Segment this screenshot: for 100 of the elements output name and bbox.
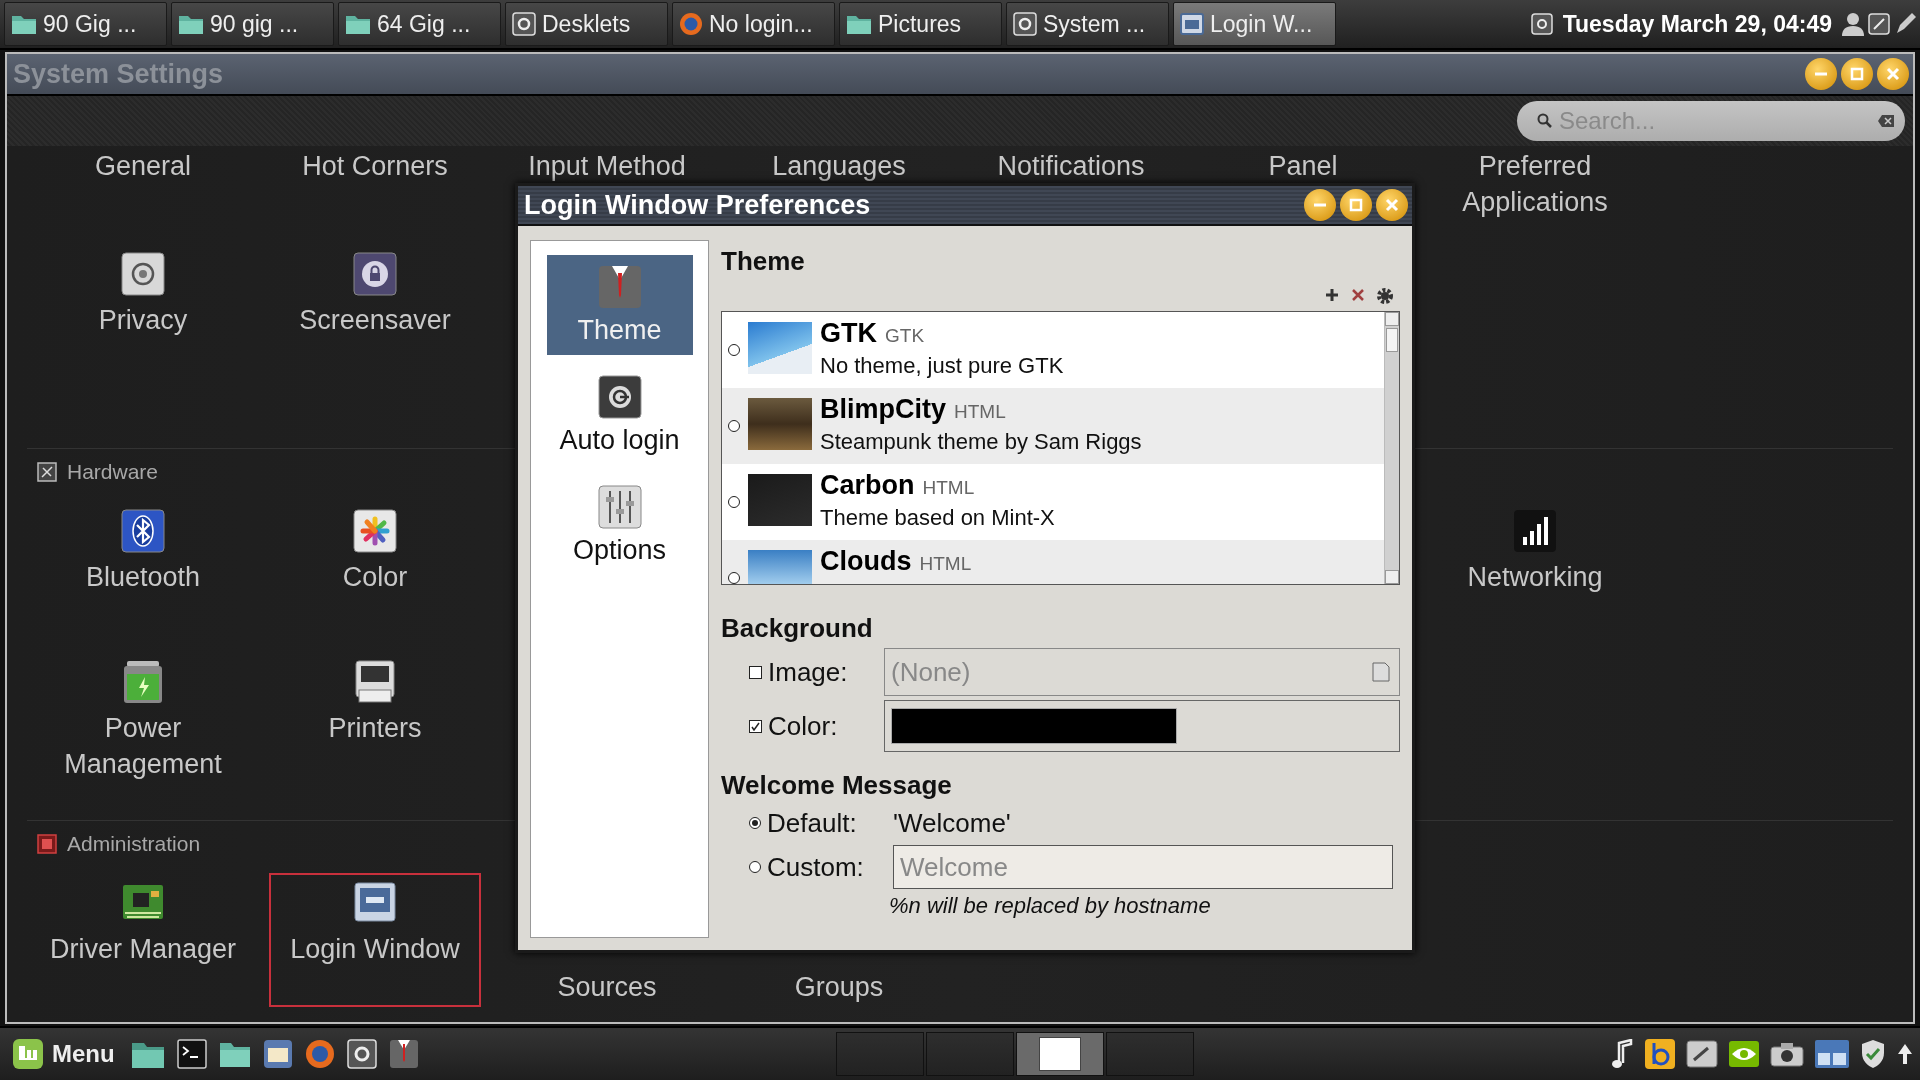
eye-icon (1728, 1040, 1760, 1068)
settings-button[interactable] (1376, 287, 1394, 305)
menu-button[interactable]: Menu (6, 1038, 121, 1070)
section-heading: Background (721, 613, 874, 644)
radio-button[interactable] (728, 344, 740, 356)
category-label[interactable]: General (43, 148, 243, 184)
letter-b-icon (1644, 1038, 1676, 1070)
field-label: Image: (768, 656, 849, 688)
up-arrow-icon (1896, 1042, 1914, 1066)
launcher-button[interactable] (174, 1039, 209, 1069)
category-label[interactable]: Languages (739, 148, 939, 184)
category-label[interactable]: Input Method (507, 148, 707, 184)
taskbar-window-button[interactable]: Login W... (1173, 2, 1336, 46)
radio-button[interactable] (728, 496, 740, 508)
radio-button[interactable] (749, 861, 761, 873)
pen-icon[interactable] (1894, 12, 1916, 36)
applet-icon[interactable] (1530, 13, 1553, 35)
category-label[interactable]: Panel (1203, 148, 1403, 184)
battery-icon (121, 660, 165, 704)
clear-icon[interactable] (1877, 114, 1895, 128)
taskbar-window-button[interactable]: Pictures (839, 2, 1002, 46)
settings-item[interactable]: Power Management (37, 652, 249, 784)
theme-type: GTK (885, 325, 925, 347)
launcher-button[interactable] (344, 1039, 379, 1069)
theme-row[interactable]: Clouds HTML (722, 540, 1384, 584)
category-label[interactable]: Hot Corners (275, 148, 475, 184)
theme-name: Carbon (820, 470, 915, 501)
theme-description: Theme based on Mint-X (820, 505, 1055, 531)
maximize-button[interactable] (1841, 58, 1873, 90)
taskbar-window-button[interactable]: No login... (672, 2, 835, 46)
checkbox[interactable] (749, 665, 762, 679)
theme-preview (748, 474, 812, 526)
sidebar-item[interactable]: Auto login (546, 365, 693, 465)
taskbar-window-button[interactable]: Desklets (505, 2, 668, 46)
input-field[interactable]: Welcome (893, 845, 1393, 889)
settings-item[interactable]: Networking (1429, 501, 1641, 597)
settings-item[interactable]: Login Window (269, 873, 481, 1007)
mint-logo-icon (12, 1038, 44, 1070)
scrollbar[interactable] (1384, 312, 1399, 584)
file-chooser-field[interactable]: (None) (884, 648, 1400, 696)
theme-row[interactable]: BlimpCity HTML Steampunk theme by Sam Riggs (722, 388, 1384, 464)
monitor-icon (353, 881, 397, 925)
category-label[interactable]: Sources (507, 969, 707, 1005)
radio-button[interactable] (728, 572, 740, 584)
workspace-button[interactable] (1016, 1032, 1105, 1076)
minimize-button[interactable] (1304, 189, 1336, 221)
user-icon[interactable] (1842, 12, 1864, 36)
theme-row[interactable]: GTK GTK No theme, just pure GTK (722, 312, 1384, 388)
theme-type: HTML (954, 401, 1006, 423)
theme-type: HTML (922, 477, 975, 499)
section-heading: Theme (721, 246, 806, 277)
settings-item[interactable]: Screensaver (269, 244, 481, 340)
taskbar-window-button[interactable]: 90 gig ... (171, 2, 334, 46)
bluetooth-icon (121, 509, 165, 553)
folder-icon (846, 13, 872, 35)
cross-icon (1350, 287, 1366, 303)
applet-icon[interactable] (1868, 13, 1890, 35)
theme-preview (748, 398, 812, 450)
folder-icon (178, 13, 204, 35)
sidebar-item[interactable]: Options (546, 475, 693, 575)
category-label[interactable]: Groups (739, 969, 939, 1005)
suit-icon (388, 1039, 419, 1069)
radio-button[interactable] (728, 420, 740, 432)
taskbar-window-button[interactable]: 64 Gig ... (338, 2, 501, 46)
close-button[interactable] (1877, 58, 1909, 90)
minimize-button[interactable] (1805, 58, 1837, 90)
category-label[interactable]: Preferred Applications (1435, 148, 1635, 220)
minimize-icon (1815, 72, 1827, 76)
sidebar-item[interactable]: Theme (546, 255, 693, 355)
administration-icon (37, 834, 57, 854)
option-label: Custom: (767, 851, 865, 883)
terminal-icon (176, 1039, 207, 1069)
settings-icon (346, 1039, 377, 1069)
close-icon (1385, 198, 1399, 212)
taskbar-window-button[interactable]: System ... (1006, 2, 1169, 46)
settings-item[interactable]: Color (269, 501, 481, 597)
clock[interactable]: Tuesday March 29, 04:49 (1562, 10, 1832, 38)
envelope-icon (262, 1039, 293, 1069)
power-icon (597, 374, 642, 419)
settings-item[interactable]: Bluetooth (37, 501, 249, 597)
padlock-icon (353, 252, 397, 296)
settings-item[interactable]: Printers (269, 652, 481, 784)
theme-row[interactable]: Carbon HTML Theme based on Mint-X (722, 464, 1384, 540)
globe-icon (304, 1039, 335, 1069)
folder-icon (218, 1040, 251, 1068)
close-icon (1886, 67, 1900, 81)
taskbar-window-button[interactable]: 90 Gig ... (4, 2, 167, 46)
gear-icon (1376, 287, 1394, 305)
settings-item[interactable]: Driver Manager (37, 873, 249, 1007)
desktop-icon (1814, 1039, 1850, 1069)
close-button[interactable] (1376, 189, 1408, 221)
section-header: Administration (67, 832, 201, 856)
color-button[interactable] (884, 700, 1400, 752)
search-icon (1537, 113, 1553, 129)
radio-button[interactable] (749, 817, 761, 829)
settings-item[interactable]: Privacy (37, 244, 249, 340)
signal-bars-icon (1513, 509, 1557, 553)
checkbox[interactable] (749, 719, 762, 733)
category-label[interactable]: Notifications (971, 148, 1171, 184)
maximize-button[interactable] (1340, 189, 1372, 221)
